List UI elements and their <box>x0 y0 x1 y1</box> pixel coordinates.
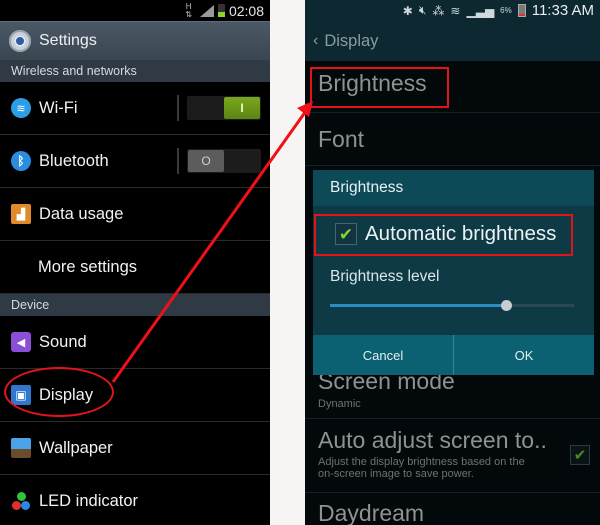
section-header-wireless: Wireless and networks <box>0 60 270 82</box>
divider <box>177 148 179 174</box>
settings-item-brightness[interactable]: Brightness <box>318 70 600 97</box>
settings-item-sound[interactable]: ◀ Sound <box>0 316 270 369</box>
brightness-level-label: Brightness level <box>330 268 440 285</box>
battery-icon <box>217 4 225 17</box>
settings-item-label: Wallpaper <box>39 438 113 457</box>
settings-item-font[interactable]: Font <box>318 126 600 153</box>
auto-adjust-checkbox[interactable]: ✔ <box>570 445 590 465</box>
settings-item-display[interactable]: ▣ Display <box>0 367 270 422</box>
divider <box>177 95 179 121</box>
sound-icon: ◀ <box>11 332 31 352</box>
settings-item-more-settings[interactable]: More settings <box>0 241 270 294</box>
settings-item-wallpaper[interactable]: Wallpaper <box>0 422 270 475</box>
clock: 11:33 AM <box>531 2 594 19</box>
slider-thumb[interactable] <box>500 300 512 311</box>
cancel-button[interactable]: Cancel <box>313 335 453 375</box>
settings-item-daydream[interactable]: Daydream <box>318 500 600 525</box>
left-phone-screen: H ⇅ 02:08 Settings Wireless and networks … <box>0 0 270 525</box>
display-appbar[interactable]: ‹ Display <box>305 21 600 61</box>
toggle-track[interactable]: O <box>187 149 261 173</box>
right-phone-screen: ✱ 🔇︎ ⁂ ≋ ▁▃▅ 6% 11:33 AM ‹ Display Brigh… <box>305 0 600 525</box>
status-bar: H ⇅ 02:08 <box>0 0 270 21</box>
settings-item-label: Auto adjust screen to.. <box>318 427 547 453</box>
data-usage-icon: ▟ <box>11 204 31 224</box>
automatic-brightness-option[interactable]: ✔ Automatic brightness <box>335 222 556 246</box>
divider <box>305 165 600 166</box>
page-title: Display <box>324 31 379 50</box>
settings-item-description: on-screen image to save power. <box>318 468 474 480</box>
settings-appbar: Settings <box>0 21 270 60</box>
battery-percent: 6% <box>500 6 512 15</box>
signal-icon: ▁▃▅ <box>466 3 495 18</box>
divider <box>305 492 600 493</box>
settings-item-led-indicator[interactable]: LED indicator <box>0 475 270 525</box>
dialog-title: Brightness <box>313 170 594 206</box>
divider <box>305 418 600 419</box>
wifi-icon: ≋ <box>11 98 31 118</box>
settings-item-data-usage[interactable]: ▟ Data usage <box>0 188 270 241</box>
gear-icon <box>9 30 31 52</box>
divider <box>305 112 600 113</box>
ok-button[interactable]: OK <box>453 335 594 375</box>
settings-item-auto-adjust-screen[interactable]: Auto adjust screen to.. Adjust the displ… <box>318 427 600 480</box>
settings-item-label: Font <box>318 126 365 152</box>
settings-item-label: Daydream <box>318 500 425 525</box>
settings-item-label: Sound <box>39 332 87 351</box>
brightness-slider[interactable] <box>330 300 574 312</box>
wifi-toggle[interactable]: I <box>177 95 261 121</box>
status-bar: ✱ 🔇︎ ⁂ ≋ ▁▃▅ 6% 11:33 AM <box>305 0 600 21</box>
toggle-track[interactable]: I <box>187 96 261 120</box>
settings-item-description: Adjust the display brightness based on t… <box>318 456 525 468</box>
toggle-knob[interactable]: O <box>188 150 224 172</box>
page-title: Settings <box>39 32 97 49</box>
wifi-icon: ≋ <box>450 3 461 18</box>
brightness-dialog: Brightness ✔ Automatic brightness Bright… <box>313 170 594 375</box>
automatic-brightness-label: Automatic brightness <box>365 222 557 245</box>
bluetooth-icon: ᛒ <box>11 151 31 171</box>
signal-icon <box>199 4 214 17</box>
settings-item-label: Bluetooth <box>39 151 109 170</box>
settings-item-label: Data usage <box>39 204 124 223</box>
nfc-icon: ⁂ <box>432 3 445 18</box>
settings-item-label: Wi-Fi <box>39 98 78 117</box>
clock: 02:08 <box>228 2 264 19</box>
bluetooth-toggle[interactable]: O <box>177 148 261 174</box>
slider-fill <box>330 304 506 307</box>
mute-icon: 🔇︎ <box>418 3 427 17</box>
wallpaper-icon <box>11 438 31 458</box>
settings-item-wifi[interactable]: ≋ Wi-Fi I <box>0 82 270 135</box>
section-header-device: Device <box>0 294 270 316</box>
settings-item-label: Brightness <box>318 70 427 96</box>
settings-item-bluetooth[interactable]: ᛒ Bluetooth O <box>0 135 270 188</box>
back-icon[interactable]: ‹ <box>313 32 318 50</box>
led-indicator-icon <box>11 491 31 511</box>
bluetooth-icon: ✱ <box>402 3 413 18</box>
settings-item-label: More settings <box>38 257 138 276</box>
settings-item-label: LED indicator <box>39 491 139 510</box>
settings-item-value: Dynamic <box>318 398 361 410</box>
automatic-brightness-checkbox[interactable]: ✔ <box>335 223 357 245</box>
dialog-buttons: Cancel OK <box>313 335 594 375</box>
display-icon: ▣ <box>11 385 31 405</box>
settings-item-label: Display <box>39 385 94 404</box>
network-type-icon: H ⇅ <box>185 1 192 19</box>
battery-icon <box>517 4 526 17</box>
toggle-knob[interactable]: I <box>224 97 260 119</box>
